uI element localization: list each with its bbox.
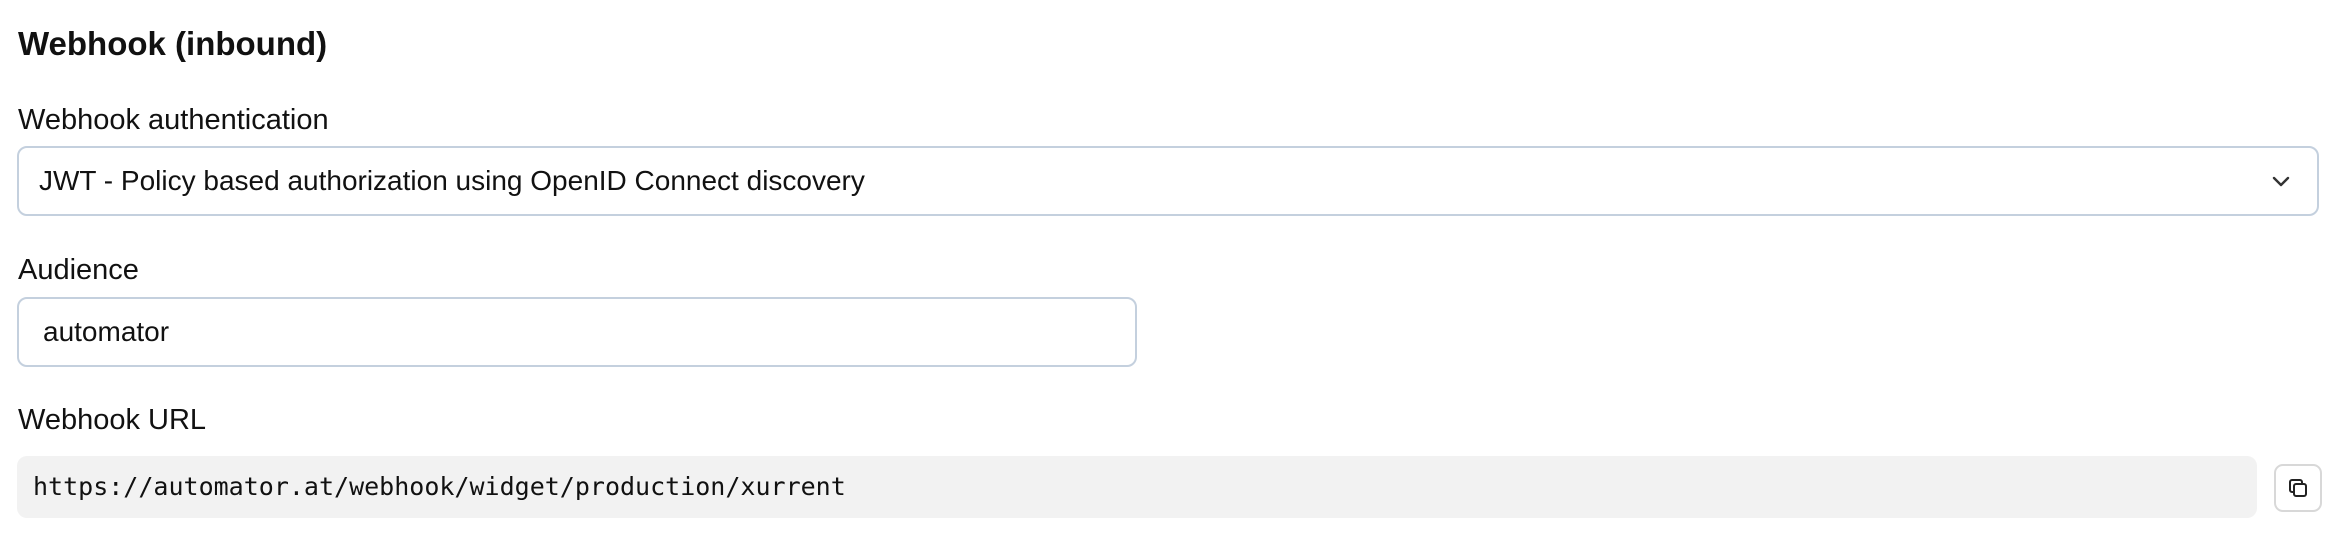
webhook-authentication-selected-value: JWT - Policy based authorization using O… (39, 165, 865, 196)
webhook-authentication-label: Webhook authentication (18, 104, 329, 136)
chevron-down-icon (2267, 167, 2295, 195)
webhook-url-label: Webhook URL (18, 404, 207, 436)
copy-icon (2286, 476, 2310, 500)
webhook-authentication-select[interactable]: JWT - Policy based authorization using O… (17, 146, 2319, 216)
section-title: Webhook (inbound) (18, 25, 328, 62)
webhook-url-value: https://automator.at/webhook/widget/prod… (33, 472, 846, 501)
audience-input[interactable] (17, 297, 1137, 367)
copy-url-button[interactable] (2274, 464, 2322, 512)
webhook-url-field: https://automator.at/webhook/widget/prod… (17, 456, 2257, 518)
audience-label: Audience (18, 254, 139, 286)
